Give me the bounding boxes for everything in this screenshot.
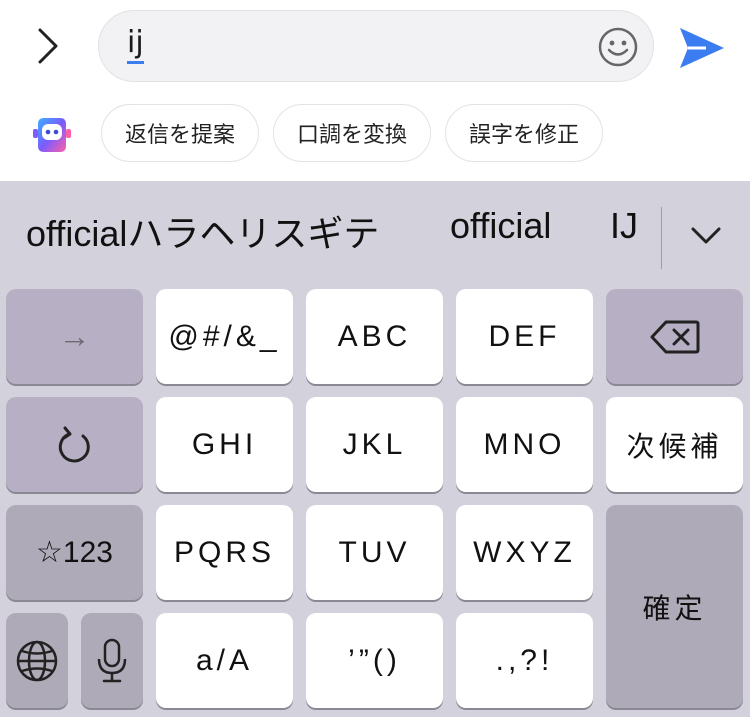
emoji-icon[interactable]: [597, 26, 639, 68]
candidate-item[interactable]: officialハラヘリスギテ: [26, 205, 379, 257]
next-candidate-key[interactable]: 次候補: [606, 397, 743, 492]
microphone-key[interactable]: [81, 613, 143, 708]
microphone-icon: [97, 638, 127, 682]
cursor-right-key[interactable]: →: [6, 289, 143, 384]
confirm-key[interactable]: 確定: [606, 505, 743, 708]
backspace-key[interactable]: [606, 289, 743, 384]
globe-icon: [16, 640, 58, 681]
change-tone-chip[interactable]: 口調を変換: [273, 104, 431, 162]
chevron-right-icon[interactable]: [28, 26, 68, 66]
abc-key[interactable]: ABC: [306, 289, 443, 384]
send-icon[interactable]: [676, 22, 728, 74]
keyboard: officialハラヘリスギテ official IJ → @#/&_ ABC …: [0, 181, 750, 717]
punctuation-key[interactable]: .,?!: [456, 613, 593, 708]
input-value: ij: [127, 25, 144, 64]
wxyz-key[interactable]: WXYZ: [456, 505, 593, 600]
ghi-key[interactable]: GHI: [156, 397, 293, 492]
undo-icon: [58, 426, 90, 462]
case-toggle-key[interactable]: a/A: [156, 613, 293, 708]
chevron-down-icon[interactable]: [688, 217, 724, 253]
jkl-key[interactable]: JKL: [306, 397, 443, 492]
candidate-item[interactable]: official: [450, 205, 551, 247]
globe-key[interactable]: [6, 613, 68, 708]
fix-typo-chip[interactable]: 誤字を修正: [445, 104, 603, 162]
tuv-key[interactable]: TUV: [306, 505, 443, 600]
message-input[interactable]: ij: [98, 10, 654, 82]
ai-assistant-icon[interactable]: [30, 112, 74, 156]
undo-key[interactable]: [6, 397, 143, 492]
quotes-key[interactable]: ’”(): [306, 613, 443, 708]
candidate-divider: [661, 207, 662, 269]
symbols-key[interactable]: @#/&_: [156, 289, 293, 384]
candidate-item[interactable]: IJ: [610, 205, 638, 247]
numbers-key[interactable]: ☆123: [6, 505, 143, 600]
def-key[interactable]: DEF: [456, 289, 593, 384]
mno-key[interactable]: MNO: [456, 397, 593, 492]
backspace-icon: [650, 320, 699, 353]
pqrs-key[interactable]: PQRS: [156, 505, 293, 600]
suggest-reply-chip[interactable]: 返信を提案: [101, 104, 259, 162]
